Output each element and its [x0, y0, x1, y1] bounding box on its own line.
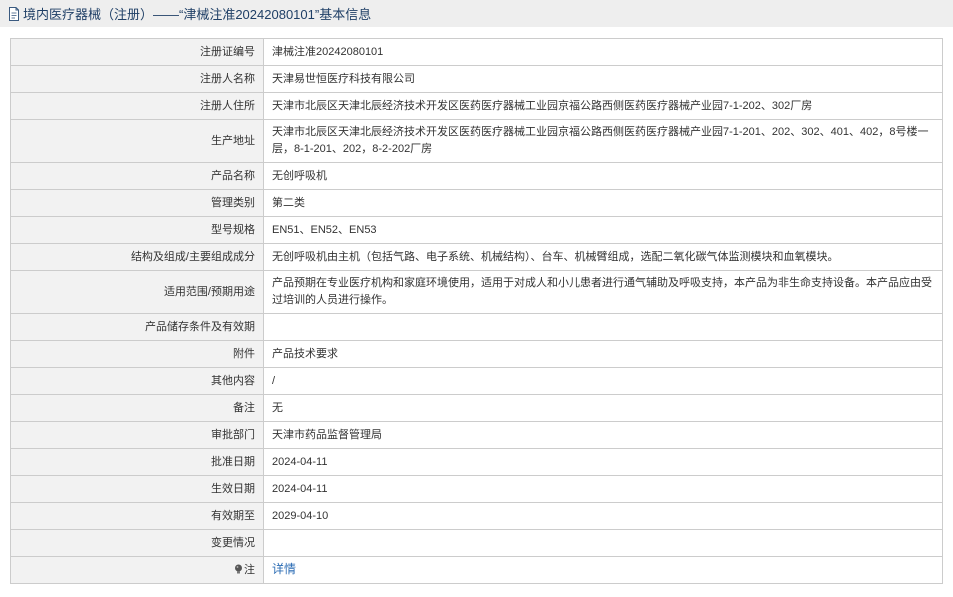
row-value: 2024-04-11 — [263, 448, 943, 476]
row-label: 备注 — [10, 394, 264, 422]
row-value — [263, 529, 943, 557]
row-value: 天津市北辰区天津北辰经济技术开发区医药医疗器械工业园京福公路西侧医药医疗器械产业… — [263, 92, 943, 120]
row-value: 津械注准20242080101 — [263, 38, 943, 66]
row-label: 审批部门 — [10, 421, 264, 449]
row-label: 产品名称 — [10, 162, 264, 190]
note-label: 注 — [244, 563, 255, 576]
row-label: 结构及组成/主要组成成分 — [10, 243, 264, 271]
table-row: 审批部门 天津市药品监督管理局 — [10, 421, 943, 449]
table-row: 注册人名称 天津易世恒医疗科技有限公司 — [10, 65, 943, 93]
row-value: / — [263, 367, 943, 395]
row-label: 适用范围/预期用途 — [10, 270, 264, 314]
row-label: 注册人名称 — [10, 65, 264, 93]
row-label: 有效期至 — [10, 502, 264, 530]
lightbulb-icon — [234, 564, 243, 574]
row-value: 无创呼吸机由主机（包括气路、电子系统、机械结构）、台车、机械臂组成，选配二氧化碳… — [263, 243, 943, 271]
row-value: 天津易世恒医疗科技有限公司 — [263, 65, 943, 93]
row-value: 无 — [263, 394, 943, 422]
row-value: 2024-04-11 — [263, 475, 943, 503]
table-row: 管理类别 第二类 — [10, 189, 943, 217]
row-label: 批准日期 — [10, 448, 264, 476]
table-row: 产品储存条件及有效期 — [10, 313, 943, 341]
row-label: 型号规格 — [10, 216, 264, 244]
table-row: 备注 无 — [10, 394, 943, 422]
row-value: 无创呼吸机 — [263, 162, 943, 190]
row-label: 其他内容 — [10, 367, 264, 395]
row-label: 生产地址 — [10, 119, 264, 163]
row-value: 天津市北辰区天津北辰经济技术开发区医药医疗器械工业园京福公路西侧医药医疗器械产业… — [263, 119, 943, 163]
table-row: 其他内容 / — [10, 367, 943, 395]
table-row: 型号规格 EN51、EN52、EN53 — [10, 216, 943, 244]
details-link[interactable]: 详情 — [272, 562, 296, 576]
table-row: 变更情况 — [10, 529, 943, 557]
table-row: 注册证编号 津械注准20242080101 — [10, 38, 943, 66]
row-label: 注册人住所 — [10, 92, 264, 120]
page-header: 境内医疗器械（注册）——“津械注准20242080101”基本信息 — [0, 0, 953, 27]
row-label: 管理类别 — [10, 189, 264, 217]
row-label: 注册证编号 — [10, 38, 264, 66]
row-label: 附件 — [10, 340, 264, 368]
document-icon — [8, 6, 20, 21]
table-row: 产品名称 无创呼吸机 — [10, 162, 943, 190]
table-row: 生效日期 2024-04-11 — [10, 475, 943, 503]
table-row: 适用范围/预期用途 产品预期在专业医疗机构和家庭环境使用，适用于对成人和小儿患者… — [10, 270, 943, 314]
row-label: 生效日期 — [10, 475, 264, 503]
detail-table: 注册证编号 津械注准20242080101 注册人名称 天津易世恒医疗科技有限公… — [10, 38, 943, 584]
table-row: 附件 产品技术要求 — [10, 340, 943, 368]
note-value-cell: 详情 — [263, 556, 943, 584]
row-value: 产品技术要求 — [263, 340, 943, 368]
table-row: 注册人住所 天津市北辰区天津北辰经济技术开发区医药医疗器械工业园京福公路西侧医药… — [10, 92, 943, 120]
row-value: EN51、EN52、EN53 — [263, 216, 943, 244]
table-row: 结构及组成/主要组成成分 无创呼吸机由主机（包括气路、电子系统、机械结构）、台车… — [10, 243, 943, 271]
note-label-cell: 注 — [10, 556, 264, 584]
table-row: 有效期至 2029-04-10 — [10, 502, 943, 530]
table-row: 生产地址 天津市北辰区天津北辰经济技术开发区医药医疗器械工业园京福公路西侧医药医… — [10, 119, 943, 163]
row-value: 第二类 — [263, 189, 943, 217]
row-value: 产品预期在专业医疗机构和家庭环境使用，适用于对成人和小儿患者进行通气辅助及呼吸支… — [263, 270, 943, 314]
row-label: 产品储存条件及有效期 — [10, 313, 264, 341]
detail-table-container: 注册证编号 津械注准20242080101 注册人名称 天津易世恒医疗科技有限公… — [10, 38, 943, 584]
table-row: 批准日期 2024-04-11 — [10, 448, 943, 476]
row-label: 变更情况 — [10, 529, 264, 557]
row-value — [263, 313, 943, 341]
row-value: 2029-04-10 — [263, 502, 943, 530]
row-value: 天津市药品监督管理局 — [263, 421, 943, 449]
note-row: 注 详情 — [10, 556, 943, 584]
page-title: 境内医疗器械（注册）——“津械注准20242080101”基本信息 — [23, 7, 372, 22]
